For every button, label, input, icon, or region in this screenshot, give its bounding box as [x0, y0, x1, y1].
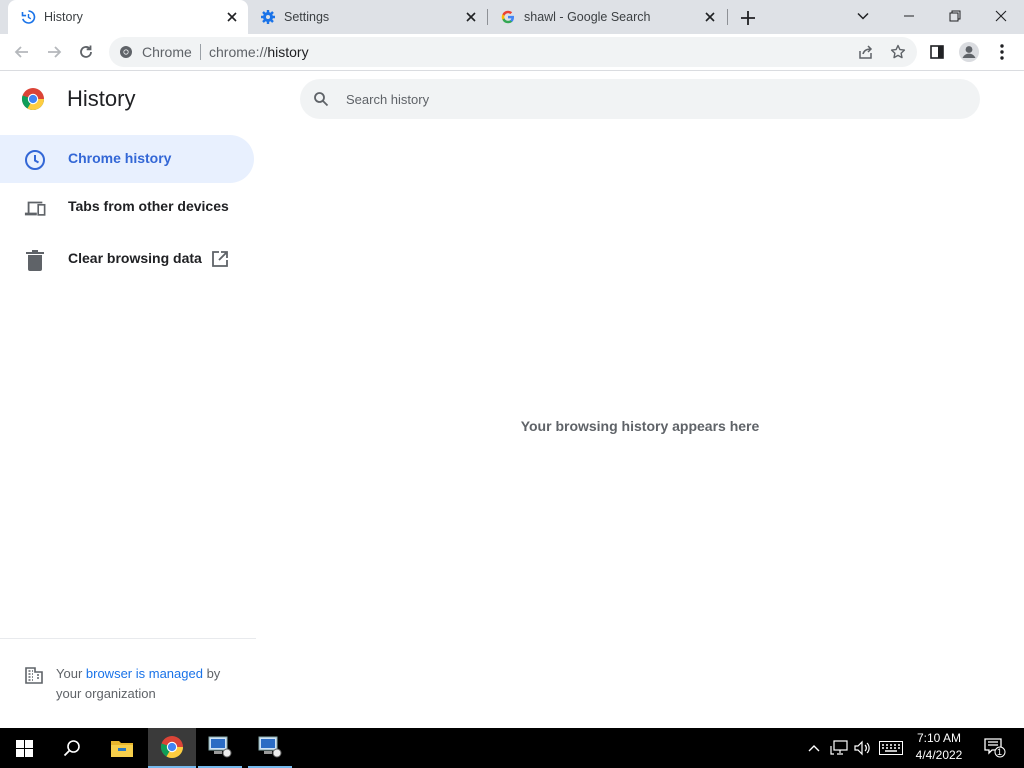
managed-link[interactable]: browser is managed: [86, 666, 203, 681]
url-path: history: [267, 44, 309, 60]
more-vert-icon: [1000, 44, 1004, 60]
trash-icon: [24, 249, 46, 271]
url-scheme: chrome://: [209, 44, 268, 60]
sidebar-item-chrome-history[interactable]: Chrome history: [0, 135, 254, 183]
address-bar[interactable]: Chrome chrome://history: [109, 37, 917, 67]
sidebar-item-clear-browsing-data[interactable]: Clear browsing data: [0, 235, 254, 283]
clock-time: 7:10 AM: [916, 731, 962, 745]
close-icon[interactable]: [702, 9, 718, 25]
forward-button[interactable]: [43, 41, 65, 63]
sidebar-divider: [0, 638, 256, 639]
tab-title: History: [44, 10, 83, 24]
keyboard-icon: [879, 741, 903, 755]
network-computer-icon: [208, 736, 232, 758]
chevron-down-icon: [857, 12, 869, 20]
close-icon: [995, 10, 1007, 22]
omnibox-separator: [200, 44, 201, 60]
tab-separator: [727, 9, 728, 25]
tray-keyboard[interactable]: [877, 728, 905, 768]
chrome-icon: [120, 46, 132, 58]
tab-title: shawl - Google Search: [524, 10, 651, 24]
notification-count-badge: 1: [997, 747, 1003, 757]
history-page: History Chrome history T: [0, 71, 1024, 728]
network-computer-icon: [258, 736, 282, 758]
taskbar-app-2[interactable]: [248, 728, 292, 768]
sidebar-item-tabs-from-other-devices[interactable]: Tabs from other devices: [0, 183, 254, 231]
folder-icon: [111, 741, 133, 757]
history-icon: [21, 10, 36, 24]
taskbar-chrome[interactable]: [148, 728, 196, 768]
clock-icon: [24, 149, 46, 171]
minimize-button[interactable]: [897, 4, 921, 28]
devices-icon: [24, 197, 46, 219]
close-icon[interactable]: [224, 9, 240, 25]
search-input[interactable]: [346, 79, 946, 119]
volume-icon: [854, 740, 870, 756]
arrow-right-icon: [48, 46, 62, 58]
toolbar: Chrome chrome://history: [0, 34, 1024, 71]
action-center-button[interactable]: 1: [980, 728, 1010, 768]
chrome-logo-icon: [21, 88, 44, 110]
tab-settings[interactable]: Settings: [248, 0, 488, 34]
new-tab-button[interactable]: [738, 8, 758, 28]
search-box[interactable]: [300, 79, 980, 119]
empty-history-message: Your browsing history appears here: [520, 418, 760, 434]
sidebar-item-label: Clear browsing data: [68, 250, 202, 266]
tab-google-search[interactable]: shawl - Google Search: [488, 0, 728, 34]
page-title: History: [67, 86, 136, 111]
menu-button[interactable]: [991, 41, 1013, 63]
avatar-icon: [959, 42, 979, 62]
chrome-icon: [160, 736, 183, 758]
search-icon: [63, 740, 80, 757]
profile-button[interactable]: [958, 41, 980, 63]
settings-gear-icon: [261, 10, 275, 24]
sidebar-item-label: Chrome history: [68, 150, 172, 166]
windows-icon: [15, 739, 33, 757]
tray-overflow-button[interactable]: [805, 728, 823, 768]
arrow-left-icon: [14, 46, 28, 58]
omnibox-chip-label: Chrome: [142, 44, 192, 60]
external-link-icon: [212, 251, 228, 267]
tab-title: Settings: [284, 10, 330, 24]
taskbar-search-button[interactable]: [48, 728, 96, 768]
clock-date: 4/4/2022: [915, 748, 963, 762]
start-button[interactable]: [0, 728, 48, 768]
taskbar: 7:10 AM 4/4/2022 1: [0, 728, 1024, 768]
google-icon: [501, 10, 514, 24]
tab-search-button[interactable]: [851, 4, 875, 28]
reload-icon: [80, 45, 92, 58]
taskbar-file-explorer[interactable]: [98, 728, 146, 768]
sidebar-item-label: Tabs from other devices: [68, 198, 229, 214]
side-panel-icon: [930, 45, 944, 59]
close-icon[interactable]: [463, 9, 479, 25]
side-panel-button[interactable]: [926, 41, 948, 63]
minimize-icon: [904, 15, 914, 17]
search-icon[interactable]: [313, 91, 329, 107]
chevron-up-icon: [808, 745, 820, 752]
restore-button[interactable]: [943, 4, 967, 28]
bookmark-button[interactable]: [889, 43, 907, 61]
restore-icon: [949, 10, 961, 22]
reload-button[interactable]: [75, 41, 97, 63]
taskbar-app-1[interactable]: [198, 728, 242, 768]
building-icon: [25, 667, 43, 684]
managed-prefix: Your: [56, 666, 86, 681]
share-icon: [859, 45, 873, 59]
close-window-button[interactable]: [989, 4, 1013, 28]
network-icon: [830, 740, 848, 755]
tray-network[interactable]: [828, 728, 850, 768]
back-button[interactable]: [11, 41, 33, 63]
plus-icon: [741, 11, 755, 25]
managed-notice: Your browser is managed by your organiza…: [56, 664, 246, 704]
notification-icon: [984, 738, 1006, 758]
tray-volume[interactable]: [852, 728, 874, 768]
url-text[interactable]: chrome://history: [209, 44, 309, 60]
tab-strip: History Settings shawl - Google Search: [0, 0, 1024, 34]
star-icon: [890, 44, 906, 59]
share-button[interactable]: [857, 43, 875, 61]
tray-clock[interactable]: 7:10 AM 4/4/2022: [910, 731, 968, 762]
tab-history[interactable]: History: [8, 0, 248, 34]
